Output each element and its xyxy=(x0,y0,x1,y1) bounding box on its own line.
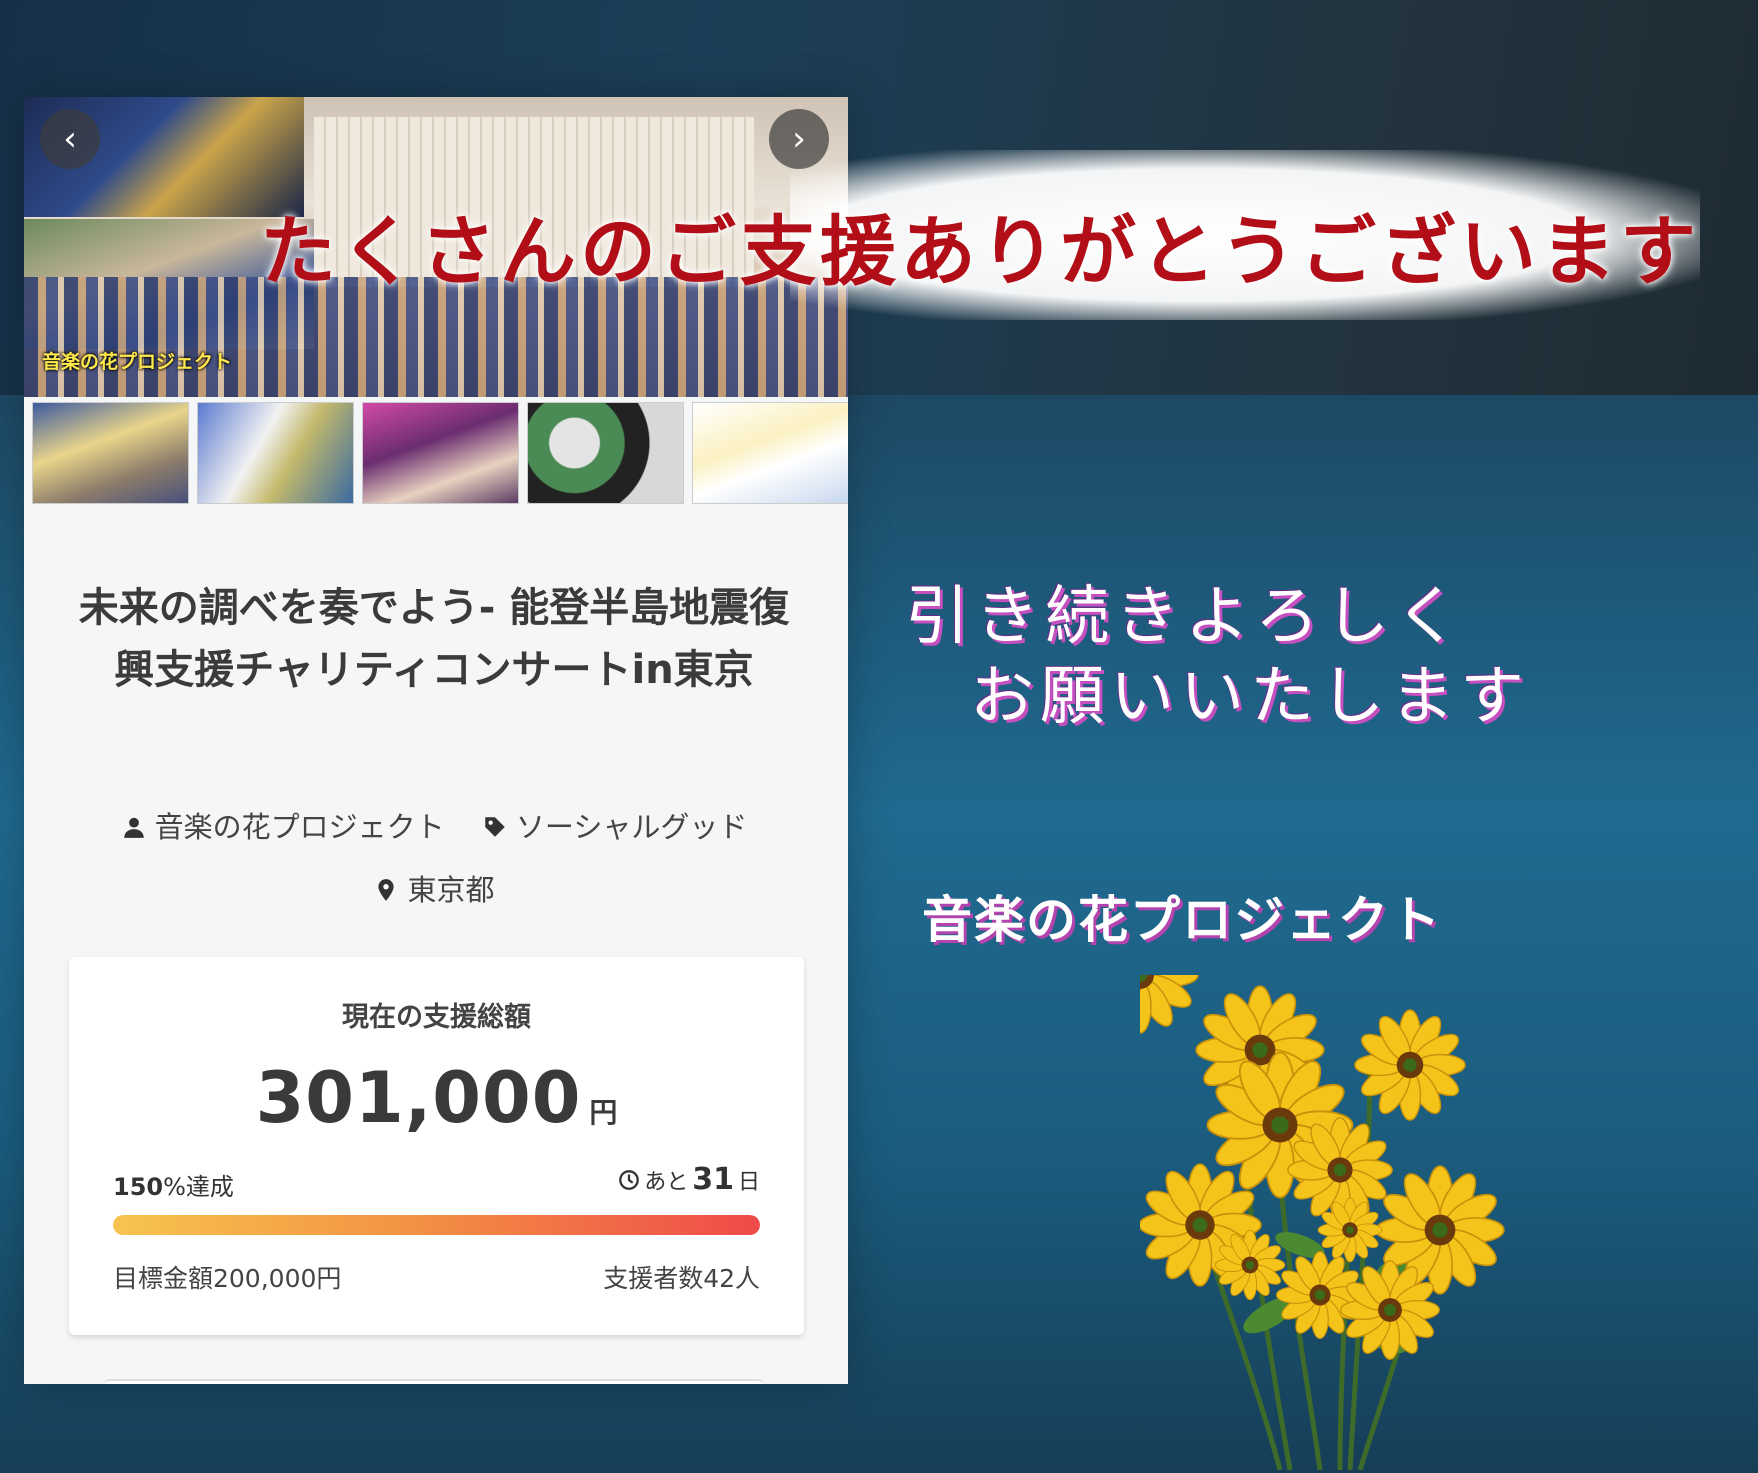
user-icon xyxy=(123,817,144,838)
days-value: 31 xyxy=(692,1162,734,1197)
days-remaining: あと 31 日 xyxy=(618,1162,760,1197)
achievement-rate: 150%達成 xyxy=(113,1167,234,1202)
carousel-prev-button[interactable]: ‹ xyxy=(40,109,100,169)
owner-name: 音楽の花プロジェクト xyxy=(154,810,445,844)
thanks-message: たくさんのご支援ありがとうございます xyxy=(260,207,1700,296)
days-unit: 日 xyxy=(737,1169,760,1195)
funding-box: 現在の支援総額 301,000 円 150%達成 あと 31 日 目標金額200,00… xyxy=(69,957,804,1335)
category-link[interactable]: ソーシャルグッド xyxy=(482,797,747,857)
continue-message-line2: お願いいたします xyxy=(970,660,1530,734)
organization-name: 音楽の花プロジェクト xyxy=(922,891,1442,949)
percent-value: 150 xyxy=(113,1173,164,1201)
thumbnail-5[interactable] xyxy=(692,402,848,504)
goal-amount: 目標金額200,000円 xyxy=(113,1264,342,1293)
progress-bar xyxy=(113,1215,760,1235)
thumbnail-2[interactable] xyxy=(197,402,354,504)
clock-icon xyxy=(619,1169,640,1190)
project-meta: 音楽の花プロジェクト ソーシャルグッド 東京都 xyxy=(64,797,804,923)
funding-amount: 301,000 円 xyxy=(69,1057,804,1139)
backer-count: 支援者数42人 xyxy=(603,1264,760,1293)
thumbnail-1[interactable] xyxy=(32,402,189,504)
thumbnail-3[interactable] xyxy=(362,402,519,504)
amount-value: 301,000 xyxy=(255,1057,582,1139)
percent-suffix: %達成 xyxy=(163,1173,234,1201)
funding-label: 現在の支援総額 xyxy=(342,1002,531,1033)
location-link[interactable]: 東京都 xyxy=(373,860,495,920)
owner-link[interactable]: 音楽の花プロジェクト xyxy=(121,797,445,857)
chevron-left-icon: ‹ xyxy=(63,119,77,159)
days-prefix: あと xyxy=(644,1169,689,1195)
next-section-box xyxy=(104,1379,764,1384)
thumbnail-strip xyxy=(24,402,848,510)
project-title: 未来の調べを奏でよう- 能登半島地震復興支援チャリティコンサートin東京 xyxy=(78,585,790,693)
location-name: 東京都 xyxy=(407,873,495,907)
sunflower-bouquet-image xyxy=(1140,975,1505,1470)
category-name: ソーシャルグッド xyxy=(515,810,748,844)
location-pin-icon xyxy=(378,879,395,901)
progress-bar-fill xyxy=(113,1215,760,1235)
continue-message-line1: 引き続きよろしく xyxy=(905,580,1465,654)
amount-unit: 円 xyxy=(589,1096,618,1129)
tag-icon xyxy=(485,817,505,837)
hero-brand-label: 音楽の花プロジェクト xyxy=(42,351,233,373)
thumbnail-4[interactable] xyxy=(527,402,684,504)
